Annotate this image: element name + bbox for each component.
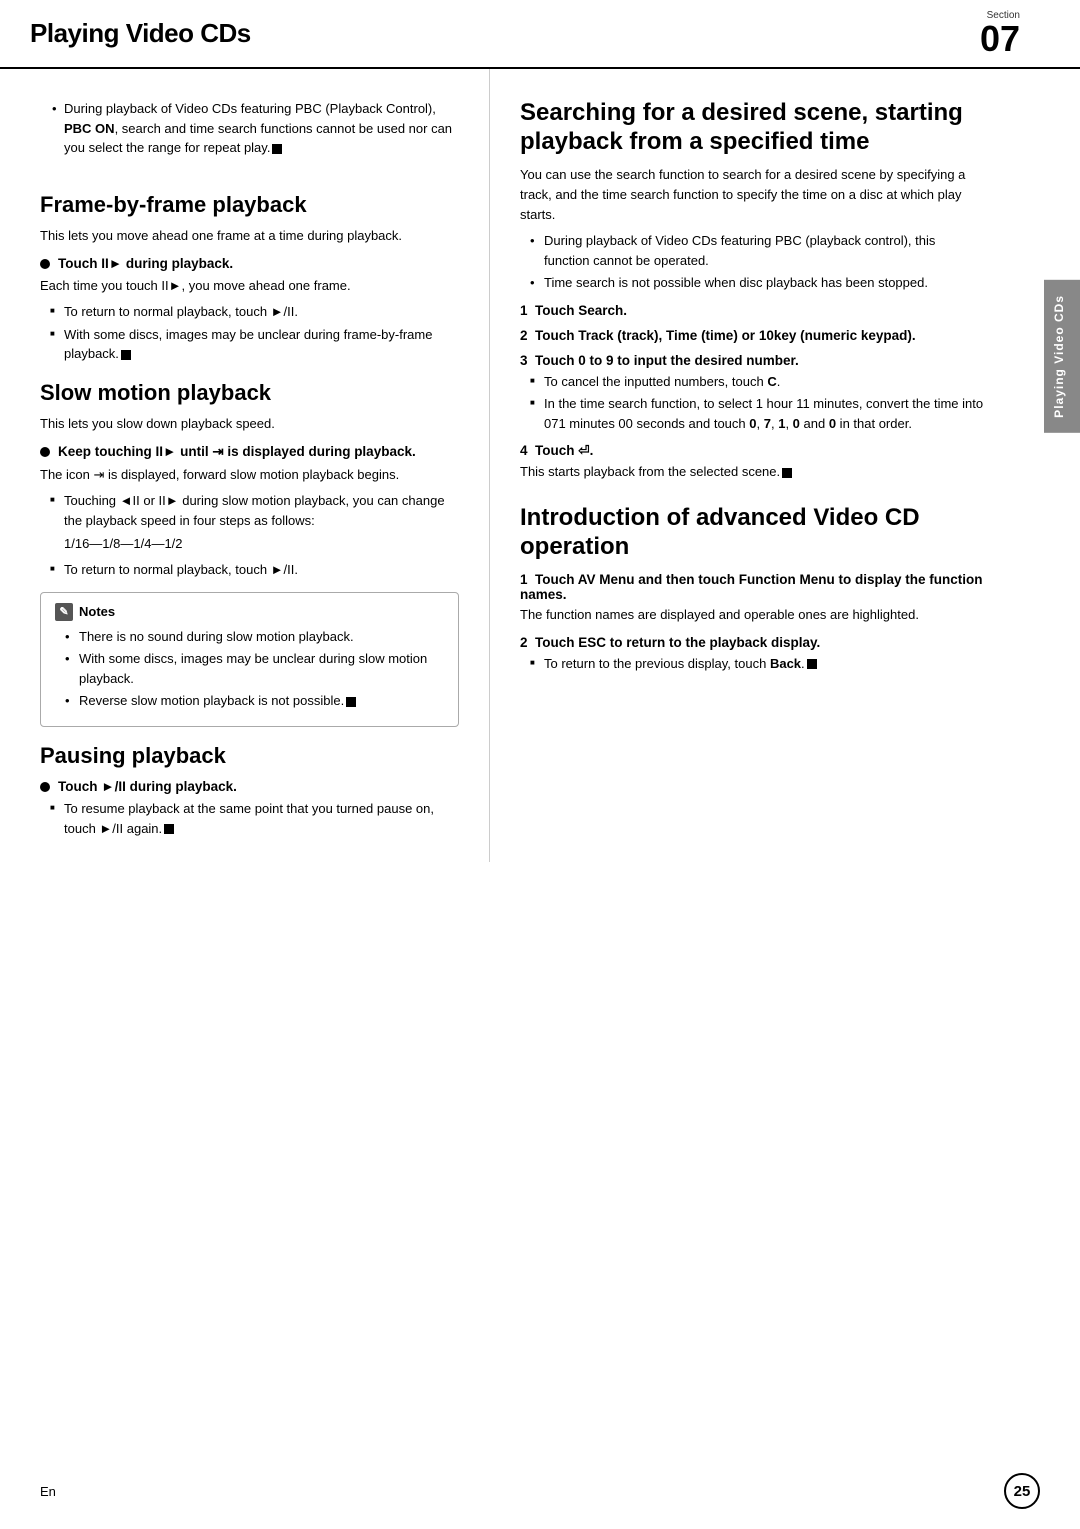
- stop-icon-5: [782, 468, 792, 478]
- slow-bullet-list: Touching ◄II or II► during slow motion p…: [40, 491, 459, 530]
- step-3-bullets: To cancel the inputted numbers, touch C.…: [520, 372, 984, 434]
- step-3-heading: 3 Touch 0 to 9 to input the desired numb…: [520, 353, 984, 368]
- step-4-heading: 4 Touch ⏎.: [520, 443, 984, 459]
- step-3-bullet-2: In the time search function, to select 1…: [530, 394, 984, 433]
- intro-heading: Introduction of advanced Video CD operat…: [520, 504, 984, 562]
- notes-bullet-2: With some discs, images may be unclear d…: [65, 649, 444, 688]
- slow-bullet-2: To return to normal playback, touch ►/II…: [50, 560, 459, 580]
- searching-bullet-list: During playback of Video CDs featuring P…: [520, 231, 984, 293]
- notes-box: ✎ Notes There is no sound during slow mo…: [40, 592, 459, 727]
- slow-sub-heading: Keep touching II► until ⇥ is displayed d…: [40, 444, 459, 460]
- notes-label: Notes: [79, 604, 115, 619]
- page-title: Playing Video CDs: [30, 18, 251, 49]
- stop-icon-4: [164, 824, 174, 834]
- footer-page: 25: [1004, 1473, 1040, 1509]
- intro-step-1-heading: 1 Touch AV Menu and then touch Function …: [520, 572, 984, 602]
- notes-bullet-1: There is no sound during slow motion pla…: [65, 627, 444, 647]
- intro-bullet: During playback of Video CDs featuring P…: [40, 89, 459, 176]
- frame-sub-heading-text: Touch II► during playback.: [58, 256, 233, 271]
- step-4-body: This starts playback from the selected s…: [520, 462, 984, 482]
- stop-icon: [272, 144, 282, 154]
- frame-bullet-1: To return to normal playback, touch ►/II…: [50, 302, 459, 322]
- bullet-circle-icon: [40, 259, 50, 269]
- intro-step-2-bullet-1: To return to the previous display, touch…: [530, 654, 984, 674]
- notes-title: ✎ Notes: [55, 603, 444, 621]
- pausing-sub-heading: Touch ►/II during playback.: [40, 779, 459, 794]
- step-2-heading: 2 Touch Track (track), Time (time) or 10…: [520, 328, 984, 343]
- slow-sub-heading-text: Keep touching II► until ⇥ is displayed d…: [58, 444, 416, 460]
- slow-sub-body: The icon ⇥ is displayed, forward slow mo…: [40, 465, 459, 485]
- side-tab: Playing Video CDs: [1044, 280, 1080, 433]
- frame-sub-body: Each time you touch II►, you move ahead …: [40, 276, 459, 296]
- intro-step-2-heading: 2 Touch ESC to return to the playback di…: [520, 635, 984, 650]
- step-1-heading: 1 Touch Search.: [520, 303, 984, 318]
- footer-lang: En: [40, 1484, 56, 1499]
- right-column: Searching for a desired scene, starting …: [490, 69, 1044, 862]
- step-3-bullet-1: To cancel the inputted numbers, touch C.: [530, 372, 984, 392]
- frame-sub-heading: Touch II► during playback.: [40, 256, 459, 271]
- section-info: Section 07: [980, 10, 1020, 57]
- searching-heading: Searching for a desired scene, starting …: [520, 99, 984, 157]
- stop-icon-6: [807, 659, 817, 669]
- intro-step-1-body: The function names are displayed and ope…: [520, 605, 984, 625]
- slow-steps-text: 1/16—1/8—1/4—1/2: [40, 534, 459, 554]
- section-number: 07: [980, 21, 1020, 57]
- frame-bullet-list: To return to normal playback, touch ►/II…: [40, 302, 459, 364]
- left-column: During playback of Video CDs featuring P…: [0, 69, 490, 862]
- searching-body: You can use the search function to searc…: [520, 165, 984, 225]
- slow-motion-heading: Slow motion playback: [40, 380, 459, 406]
- searching-bullet-1: During playback of Video CDs featuring P…: [530, 231, 984, 270]
- pausing-heading: Pausing playback: [40, 743, 459, 769]
- bullet-circle-icon-3: [40, 782, 50, 792]
- notes-bullet-list: There is no sound during slow motion pla…: [55, 627, 444, 711]
- bullet-circle-icon-2: [40, 447, 50, 457]
- frame-by-frame-body: This lets you move ahead one frame at a …: [40, 226, 459, 246]
- header: Playing Video CDs Section 07: [0, 0, 1080, 69]
- footer: En 25: [0, 1473, 1080, 1509]
- notes-bullet-3: Reverse slow motion playback is not poss…: [65, 691, 444, 711]
- notes-icon: ✎: [55, 603, 73, 621]
- pausing-bullet-list: To resume playback at the same point tha…: [40, 799, 459, 838]
- stop-icon-2: [121, 350, 131, 360]
- frame-by-frame-heading: Frame-by-frame playback: [40, 192, 459, 218]
- pausing-sub-heading-text: Touch ►/II during playback.: [58, 779, 237, 794]
- slow-motion-body: This lets you slow down playback speed.: [40, 414, 459, 434]
- intro-step-2-bullets: To return to the previous display, touch…: [520, 654, 984, 674]
- searching-bullet-2: Time search is not possible when disc pl…: [530, 273, 984, 293]
- slow-bullet-1: Touching ◄II or II► during slow motion p…: [50, 491, 459, 530]
- frame-bullet-2: With some discs, images may be unclear d…: [50, 325, 459, 364]
- intro-bullet-item: During playback of Video CDs featuring P…: [52, 99, 459, 158]
- content-area: During playback of Video CDs featuring P…: [0, 69, 1080, 862]
- stop-icon-3: [346, 697, 356, 707]
- slow-bullet-list-2: To return to normal playback, touch ►/II…: [40, 560, 459, 580]
- pausing-bullet-1: To resume playback at the same point tha…: [50, 799, 459, 838]
- page: Playing Video CDs Section 07 Playing Vid…: [0, 0, 1080, 1529]
